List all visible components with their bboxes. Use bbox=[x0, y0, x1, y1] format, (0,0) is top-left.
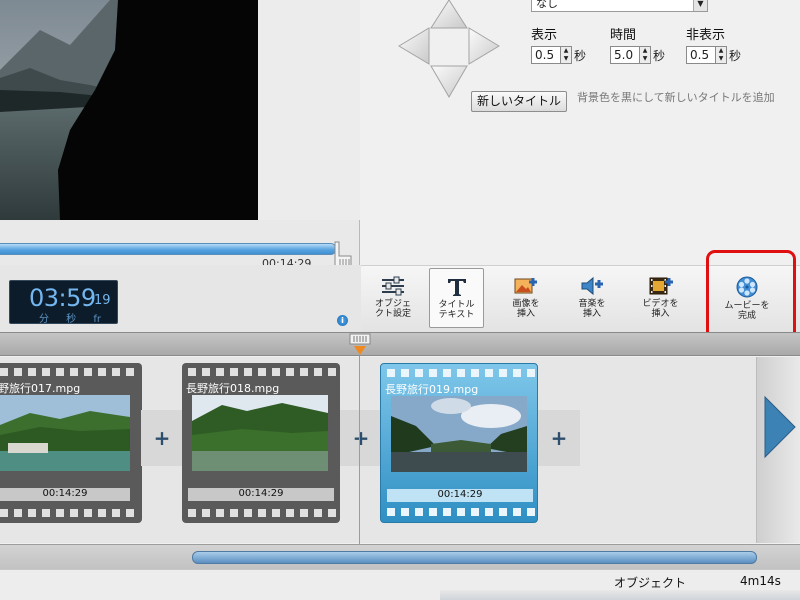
seek-bar[interactable] bbox=[0, 243, 336, 255]
insert-image-button[interactable]: 画像を 挿入 bbox=[501, 268, 551, 328]
status-label: オブジェクト bbox=[614, 576, 687, 590]
film-perforations bbox=[0, 368, 134, 376]
insert-video-button[interactable]: ビデオを 挿入 bbox=[633, 268, 688, 328]
arrow-up-icon bbox=[430, 0, 468, 29]
plus-icon: + bbox=[352, 426, 370, 450]
object-settings-label-1: オブジェ bbox=[374, 299, 411, 309]
title-text-label-1: タイトル bbox=[438, 300, 475, 310]
timeline-clip[interactable]: 野旅行017.mpg 00:14:29 bbox=[0, 363, 142, 523]
clip-thumbnail bbox=[391, 396, 527, 472]
hide-duration-group: 非表示 0.5 ▲ ▼ 秒 bbox=[686, 24, 741, 64]
add-transition-button[interactable]: + bbox=[141, 410, 183, 466]
stepper-down-icon: ▼ bbox=[563, 55, 569, 62]
film-perforations bbox=[188, 368, 336, 376]
hold-label: 時間 bbox=[610, 28, 637, 43]
sliders-icon bbox=[382, 276, 404, 296]
title-text-icon bbox=[447, 279, 466, 296]
clip-thumbnail bbox=[0, 395, 130, 471]
insert-video-label-2: 挿入 bbox=[651, 309, 670, 319]
clip-name: 野旅行017.mpg bbox=[0, 382, 81, 395]
timecode-display: 03:59 19 分 秒 fr bbox=[9, 280, 118, 325]
arrow-right-icon bbox=[468, 27, 500, 65]
hide-label: 非表示 bbox=[686, 28, 726, 43]
timecode-main: 03:59 bbox=[29, 284, 96, 312]
hide-duration-stepper[interactable]: ▲ ▼ bbox=[716, 46, 727, 64]
film-perforations bbox=[387, 369, 535, 377]
film-perforations bbox=[387, 508, 535, 516]
timeline-ruler[interactable] bbox=[0, 332, 800, 356]
insert-music-label-2: 挿入 bbox=[582, 309, 601, 319]
clip-duration: 00:14:29 bbox=[0, 488, 130, 501]
stepper-down-icon: ▼ bbox=[642, 55, 648, 62]
scroll-right-button[interactable] bbox=[756, 357, 800, 543]
scrollbar-thumb[interactable] bbox=[192, 551, 757, 564]
add-transition-button[interactable]: + bbox=[538, 410, 580, 466]
insert-music-button[interactable]: 音楽を 挿入 bbox=[567, 268, 617, 328]
show-duration-group: 表示 0.5 ▲ ▼ 秒 bbox=[531, 24, 586, 64]
hide-duration-input[interactable]: 0.5 bbox=[686, 46, 716, 64]
new-title-hint: 背景色を黒にして新しいタイトルを追加 bbox=[577, 91, 775, 104]
plus-icon: + bbox=[153, 426, 171, 450]
title-settings-panel: なし ▼ 表示 0.5 ▲ ▼ 秒 時間 5.0 ▲ ▼ 秒 非表示 0.5 ▲ ▼ … bbox=[361, 0, 800, 265]
object-settings-button[interactable]: オブジェ クト設定 bbox=[365, 268, 421, 328]
title-text-button[interactable]: タイトル テキスト bbox=[429, 268, 484, 328]
object-settings-label-2: クト設定 bbox=[374, 309, 411, 319]
preview-panel: 00:14:29 bbox=[0, 0, 360, 270]
timeline-clip-selected[interactable]: 長野旅行019.mpg 00:14:29 bbox=[380, 363, 538, 523]
playhead-handle[interactable] bbox=[349, 333, 371, 357]
film-perforations bbox=[0, 509, 134, 517]
stepper-up-icon: ▲ bbox=[642, 47, 648, 54]
arrow-right-icon bbox=[764, 395, 796, 459]
arrow-left-icon bbox=[398, 27, 430, 65]
insert-image-label-1: 画像を bbox=[512, 299, 540, 309]
show-unit: 秒 bbox=[574, 48, 587, 63]
info-icon[interactable]: i bbox=[337, 315, 348, 326]
timecode-units: 分 秒 fr bbox=[39, 314, 101, 325]
insert-video-label-1: ビデオを bbox=[642, 299, 679, 309]
clip-name: 長野旅行018.mpg bbox=[186, 382, 280, 395]
total-duration: 4m14s bbox=[740, 574, 781, 588]
clip-thumbnail bbox=[192, 395, 328, 471]
hold-duration-group: 時間 5.0 ▲ ▼ 秒 bbox=[610, 24, 665, 64]
clip-name: 長野旅行019.mpg bbox=[385, 383, 479, 396]
add-transition-button[interactable]: + bbox=[340, 410, 382, 466]
stepper-down-icon: ▼ bbox=[718, 55, 724, 62]
chevron-down-icon[interactable]: ▼ bbox=[693, 0, 707, 11]
stepper-up-icon: ▲ bbox=[718, 47, 724, 54]
hold-duration-stepper[interactable]: ▲ ▼ bbox=[640, 46, 651, 64]
hide-unit: 秒 bbox=[729, 48, 742, 63]
preview-background bbox=[258, 0, 360, 220]
hold-duration-input[interactable]: 5.0 bbox=[610, 46, 640, 64]
insert-video-icon bbox=[649, 277, 673, 295]
plus-icon: + bbox=[550, 426, 568, 450]
title-style-value: なし bbox=[536, 0, 558, 10]
insert-music-label-1: 音楽を bbox=[578, 299, 606, 309]
title-text-label-2: テキスト bbox=[438, 310, 475, 320]
clip-duration: 00:14:29 bbox=[188, 488, 334, 501]
clip-duration: 00:14:29 bbox=[387, 489, 533, 502]
insert-image-icon bbox=[514, 278, 537, 294]
show-label: 表示 bbox=[531, 28, 558, 43]
title-style-select[interactable]: なし ▼ bbox=[531, 0, 708, 12]
taskbar-edge bbox=[440, 590, 800, 600]
new-title-button[interactable]: 新しいタイトル bbox=[471, 91, 567, 112]
timeline-clip[interactable]: 長野旅行018.mpg 00:14:29 bbox=[182, 363, 340, 523]
show-duration-stepper[interactable]: ▲ ▼ bbox=[561, 46, 572, 64]
timeline-scrollbar[interactable] bbox=[0, 544, 800, 569]
timecode-frames: 19 bbox=[94, 293, 111, 308]
insert-image-label-2: 挿入 bbox=[516, 309, 535, 319]
video-preview bbox=[0, 0, 258, 220]
film-perforations bbox=[188, 509, 336, 517]
position-dpad[interactable] bbox=[397, 0, 501, 98]
show-duration-input[interactable]: 0.5 bbox=[531, 46, 561, 64]
insert-music-icon bbox=[581, 276, 603, 296]
playhead-line bbox=[359, 356, 360, 544]
arrow-down-icon bbox=[430, 65, 468, 98]
stepper-up-icon: ▲ bbox=[563, 47, 569, 54]
hold-unit: 秒 bbox=[653, 48, 666, 63]
